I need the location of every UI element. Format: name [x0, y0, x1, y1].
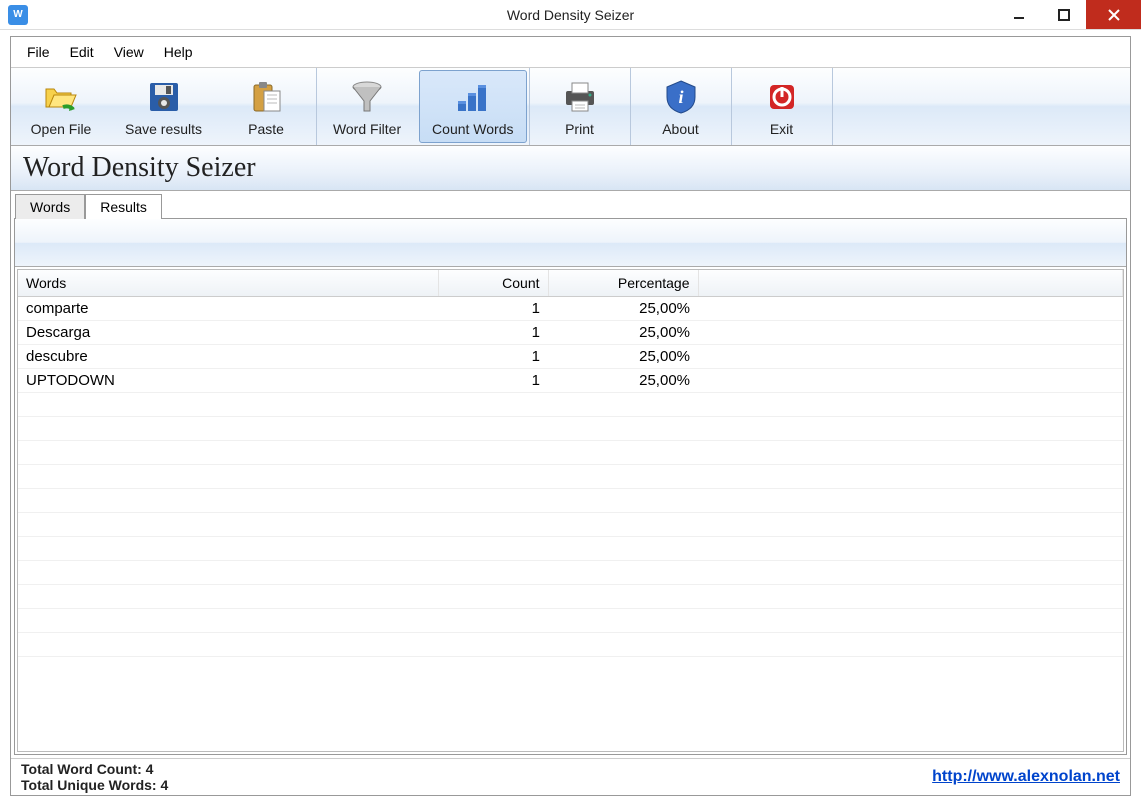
- tab-words[interactable]: Words: [15, 194, 85, 219]
- exit-button[interactable]: Exit: [732, 68, 832, 145]
- cell-word: UPTODOWN: [18, 369, 438, 393]
- table-row: [18, 585, 1123, 609]
- table-row: [18, 609, 1123, 633]
- col-percentage[interactable]: Percentage: [548, 270, 698, 297]
- table-row[interactable]: Descarga125,00%: [18, 321, 1123, 345]
- exit-icon: [762, 77, 802, 117]
- word-filter-button-label: Word Filter: [333, 121, 401, 137]
- print-button-label: Print: [565, 121, 594, 137]
- cell-percentage: 25,00%: [548, 345, 698, 369]
- count-words-button[interactable]: Count Words: [419, 70, 526, 143]
- cell-word: Descarga: [18, 321, 438, 345]
- cell-word: descubre: [18, 345, 438, 369]
- col-spacer: [698, 270, 1123, 297]
- table-row: [18, 513, 1123, 537]
- save-results-button-label: Save results: [125, 121, 202, 137]
- table-row: [18, 561, 1123, 585]
- paste-icon: [246, 77, 286, 117]
- about-button[interactable]: i About: [631, 68, 731, 145]
- heading-bar: Word Density Seizer: [11, 146, 1130, 191]
- print-button[interactable]: Print: [530, 68, 630, 145]
- table-row: [18, 393, 1123, 417]
- menu-view[interactable]: View: [104, 41, 154, 63]
- statusbar: Total Word Count: 4 Total Unique Words: …: [11, 758, 1130, 795]
- table-row[interactable]: comparte125,00%: [18, 297, 1123, 321]
- exit-button-label: Exit: [770, 121, 793, 137]
- window-controls: [996, 0, 1141, 29]
- cell-percentage: 25,00%: [548, 297, 698, 321]
- main-frame: FileEditViewHelp Open File Save results Pa…: [10, 36, 1131, 796]
- word-filter-button[interactable]: Word Filter: [317, 68, 417, 145]
- paste-button-label: Paste: [248, 121, 284, 137]
- cell-word: comparte: [18, 297, 438, 321]
- table-row: [18, 633, 1123, 657]
- status-counts: Total Word Count: 4 Total Unique Words: …: [21, 761, 168, 793]
- table-row: [18, 417, 1123, 441]
- menubar: FileEditViewHelp: [11, 37, 1130, 68]
- svg-text:i: i: [678, 87, 683, 107]
- printer-icon: [560, 77, 600, 117]
- cell-percentage: 25,00%: [548, 321, 698, 345]
- funnel-icon: [347, 77, 387, 117]
- info-shield-icon: i: [661, 77, 701, 117]
- cell-percentage: 25,00%: [548, 369, 698, 393]
- cell-count: 1: [438, 321, 548, 345]
- menu-file[interactable]: File: [17, 41, 60, 63]
- cell-count: 1: [438, 345, 548, 369]
- table-row: [18, 441, 1123, 465]
- table-row: [18, 465, 1123, 489]
- results-panel: Words Count Percentage comparte125,00%De…: [14, 218, 1127, 755]
- page-title: Word Density Seizer: [23, 152, 256, 183]
- table-row[interactable]: descubre125,00%: [18, 345, 1123, 369]
- website-link[interactable]: http://www.alexnolan.net: [932, 768, 1120, 786]
- about-button-label: About: [662, 121, 699, 137]
- cell-count: 1: [438, 369, 548, 393]
- close-button[interactable]: [1086, 0, 1141, 29]
- menu-help[interactable]: Help: [154, 41, 203, 63]
- table-row: [18, 489, 1123, 513]
- tab-results[interactable]: Results: [85, 194, 162, 219]
- total-unique-words: Total Unique Words: 4: [21, 777, 168, 793]
- table-row[interactable]: UPTODOWN125,00%: [18, 369, 1123, 393]
- table-row: [18, 537, 1123, 561]
- menu-edit[interactable]: Edit: [60, 41, 104, 63]
- paste-button[interactable]: Paste: [216, 68, 316, 145]
- maximize-button[interactable]: [1041, 0, 1086, 29]
- window-title: Word Density Seizer: [507, 7, 634, 23]
- titlebar: W Word Density Seizer: [0, 0, 1141, 30]
- total-word-count: Total Word Count: 4: [21, 761, 168, 777]
- col-words[interactable]: Words: [18, 270, 438, 297]
- results-grid[interactable]: Words Count Percentage comparte125,00%De…: [17, 269, 1124, 752]
- bars-icon: [453, 77, 493, 117]
- tabs: WordsResults: [11, 193, 1130, 218]
- save-icon: [144, 77, 184, 117]
- count-words-button-label: Count Words: [432, 121, 513, 137]
- toolbar: Open File Save results Paste Word Filter Cou…: [11, 68, 1130, 146]
- app-icon: W: [8, 5, 28, 25]
- save-results-button[interactable]: Save results: [111, 68, 216, 145]
- folder-open-icon: [41, 77, 81, 117]
- col-count[interactable]: Count: [438, 270, 548, 297]
- open-file-button[interactable]: Open File: [11, 68, 111, 145]
- minimize-button[interactable]: [996, 0, 1041, 29]
- sub-toolbar: [15, 219, 1126, 267]
- open-file-button-label: Open File: [31, 121, 92, 137]
- cell-count: 1: [438, 297, 548, 321]
